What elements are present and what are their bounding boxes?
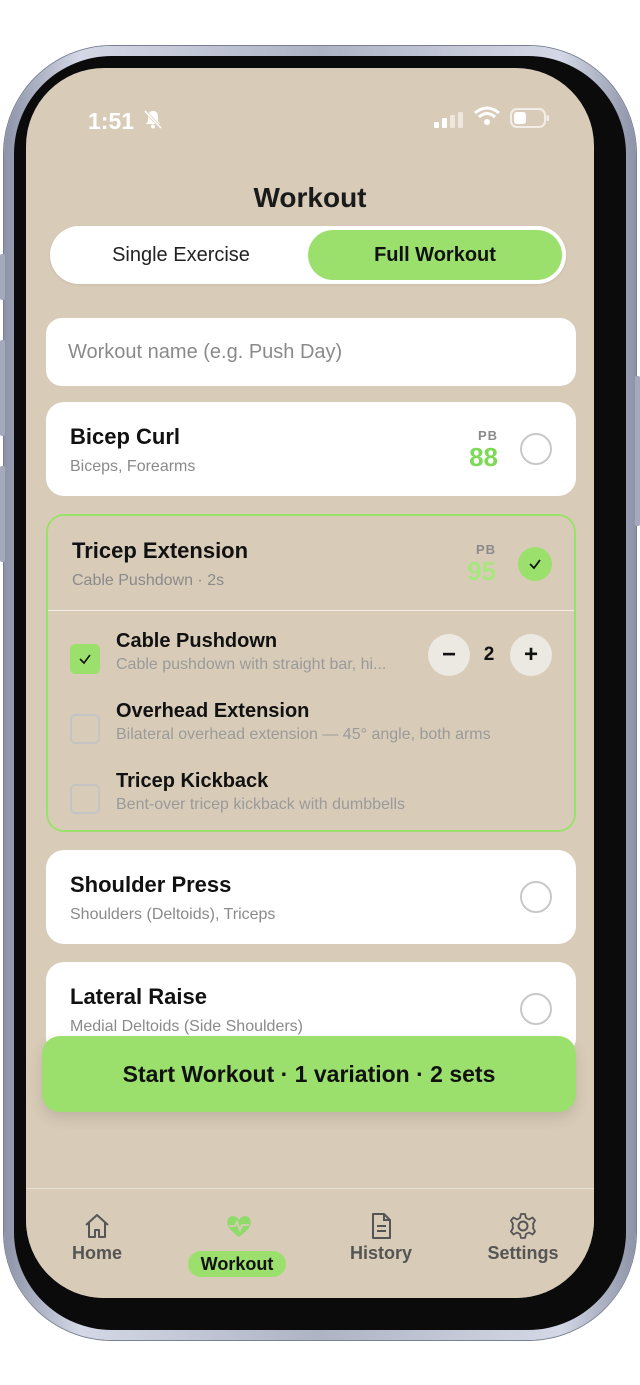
variation-row[interactable]: Overhead Extension Bilateral overhead ex… [48,700,574,764]
tab-workout[interactable]: Workout [168,1189,310,1298]
mode-toggle: Single Exercise Full Workout [50,226,566,284]
power-button [635,376,640,526]
exercise-card[interactable]: Bicep Curl Biceps, Forearms PB 88 [46,402,576,496]
pb-label: PB [477,428,498,443]
status-time: 1:51 [88,108,135,134]
exercise-card[interactable]: Shoulder Press Shoulders (Deltoids), Tri… [46,850,576,944]
tab-home[interactable]: Home [26,1189,168,1298]
volume-down-button [0,466,5,562]
tab-history[interactable]: History [310,1189,452,1298]
side-button [0,254,5,300]
home-icon [85,1214,109,1238]
variation-row[interactable]: Tricep Kickback Bent-over tricep kickbac… [48,770,574,834]
variation-desc: Cable pushdown with straight bar, hi... [116,656,387,673]
variation-row[interactable]: Cable Pushdown Cable pushdown with strai… [48,630,574,694]
gear-icon [510,1213,536,1239]
volume-up-button [0,340,5,436]
exercise-variation-summary: Cable Pushdown · 2s [72,572,225,589]
battery-icon [510,108,549,128]
single-exercise-option[interactable]: Single Exercise [54,230,308,280]
variation-name: Overhead Extension [116,700,310,722]
tab-bar: Home Workout History Settings [26,1188,594,1298]
select-circle[interactable] [520,993,552,1025]
wifi-icon [474,106,500,125]
pb-value: 95 [467,556,496,586]
exercise-muscles: Biceps, Forearms [70,458,196,475]
variation-name: Tricep Kickback [116,770,269,792]
divider [48,610,574,611]
pb-label: PB [475,542,496,557]
select-circle-checked[interactable] [518,547,552,581]
check-icon [529,559,541,570]
workout-name-input[interactable] [46,318,576,386]
tab-settings[interactable]: Settings [452,1189,594,1298]
select-circle[interactable] [520,433,552,465]
variation-checkbox[interactable] [70,784,100,814]
exercise-name: Lateral Raise [70,984,207,1009]
variation-checkbox[interactable] [70,714,100,744]
exercise-name: Tricep Extension [72,538,249,563]
heart-pulse-icon [227,1216,251,1237]
variation-name: Cable Pushdown [116,630,278,652]
exercise-muscles: Medial Deltoids (Side Shoulders) [70,1018,303,1035]
decrement-sets-button[interactable]: − [428,634,470,676]
exercise-muscles: Shoulders (Deltoids), Triceps [70,906,276,923]
full-workout-option[interactable]: Full Workout [308,230,562,280]
tab-label: Workout [188,1251,286,1277]
status-bar: 1:51 [26,68,594,138]
document-icon [372,1213,391,1239]
tab-label: History [349,1243,412,1263]
variation-desc: Bent-over tricep kickback with dumbbells [116,796,406,813]
exercise-name: Shoulder Press [70,872,232,897]
page-title: Workout [253,182,367,213]
phone-frame: 1:51 Workout Single Exercise Full Workou… [0,46,640,1340]
sets-count: 2 [483,644,495,665]
pb-value: 88 [469,442,498,472]
variation-checkbox-checked[interactable] [70,644,100,674]
tab-label: Settings [487,1243,559,1263]
increment-sets-button[interactable]: + [510,634,552,676]
signal-icon [434,112,463,128]
exercise-name: Bicep Curl [70,424,181,449]
select-circle[interactable] [520,881,552,913]
bell-slash-icon [143,109,163,130]
exercise-card-expanded[interactable]: Tricep Extension Cable Pushdown · 2s PB … [46,514,576,832]
app-screen: 1:51 Workout Single Exercise Full Workou… [26,68,594,1298]
tab-label: Home [71,1243,122,1263]
check-icon [79,654,91,665]
start-workout-button[interactable]: Start Workout · 1 variation · 2 sets [42,1036,576,1112]
variation-desc: Bilateral overhead extension — 45° angle… [116,726,491,743]
